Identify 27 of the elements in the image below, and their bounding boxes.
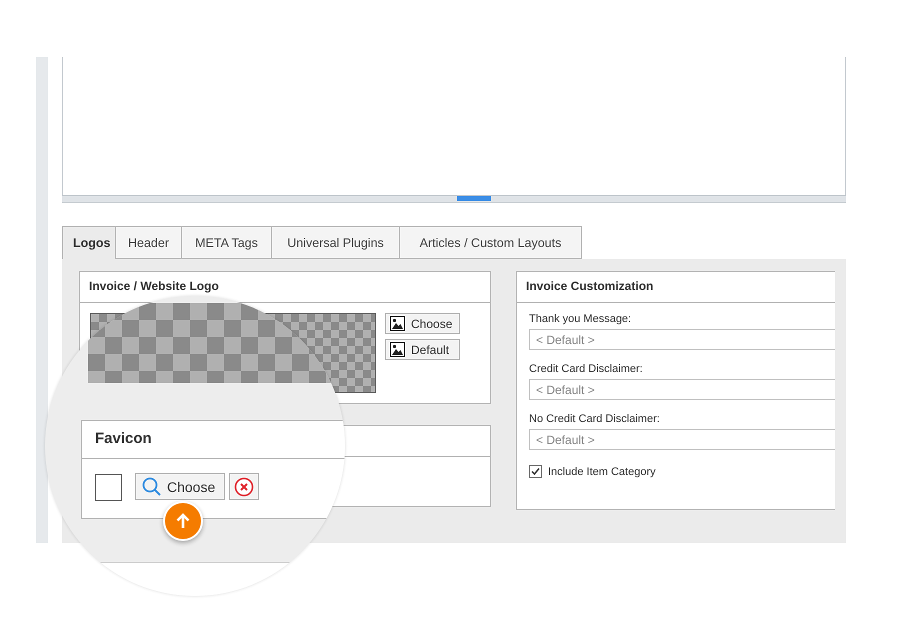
field-label: Thank you Message:	[529, 313, 632, 325]
tab[interactable]: Articles / Custom Layouts	[400, 226, 582, 259]
panel-title: Favicon	[95, 430, 152, 447]
field-label: No Credit Card Disclaimer:	[529, 413, 661, 425]
panel-title: Invoice Customization	[517, 272, 835, 303]
tab[interactable]: Universal Plugins	[272, 226, 400, 259]
upload-button[interactable]	[163, 501, 203, 541]
input-field[interactable]: < Default >	[529, 429, 835, 450]
delete-button[interactable]	[229, 473, 259, 500]
search-icon	[142, 476, 162, 496]
arrow-up-icon	[174, 512, 192, 530]
input-field[interactable]: < Default >	[529, 379, 835, 400]
tab[interactable]: Logos	[62, 226, 116, 259]
image-button[interactable]: Choose	[385, 313, 460, 334]
tab[interactable]: META Tags	[182, 226, 272, 259]
image-icon	[390, 342, 405, 357]
image-icon	[390, 316, 405, 331]
field-label: Credit Card Disclaimer:	[529, 363, 644, 375]
tab[interactable]: Header	[116, 226, 182, 259]
choose-button[interactable]: Choose	[135, 473, 225, 500]
close-icon	[234, 476, 254, 496]
checkbox[interactable]	[529, 465, 542, 478]
favicon-preview	[95, 474, 122, 501]
input-field[interactable]: < Default >	[529, 329, 835, 350]
checkbox-label: Include Item Category	[548, 466, 656, 478]
image-button[interactable]: Default	[385, 339, 460, 360]
splitter-handle[interactable]	[457, 196, 491, 201]
